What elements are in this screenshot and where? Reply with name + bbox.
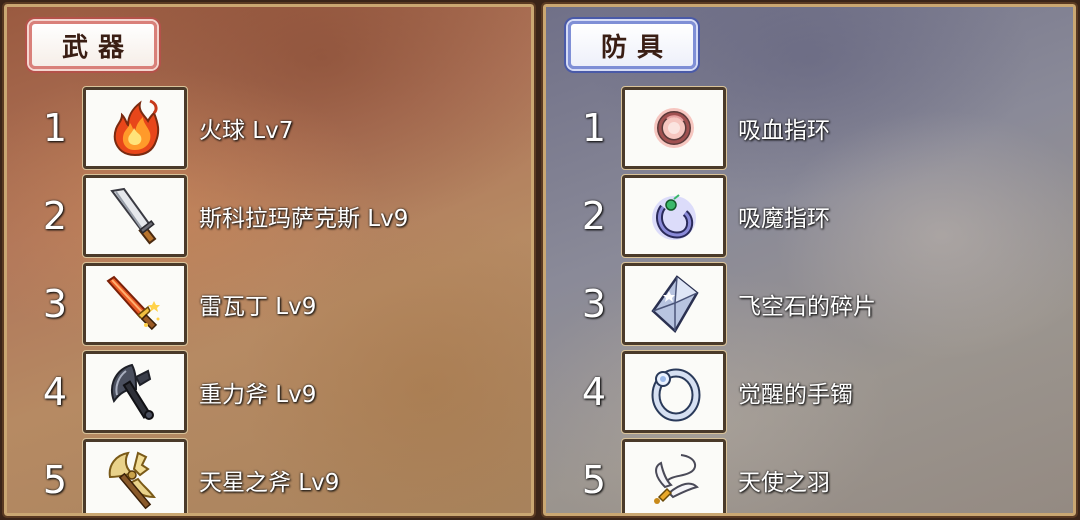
rank-number: 2 — [581, 194, 607, 238]
weapons-panel: 武器 1 火球 Lv7 2 斯科拉玛萨克斯 Lv9 3 雷瓦丁 Lv9 4 重力… — [2, 2, 536, 518]
item-name: 重力斧 Lv9 — [199, 382, 317, 408]
mana-ring-icon — [652, 194, 696, 240]
golden-axe-icon — [108, 451, 157, 510]
rank-number: 5 — [581, 458, 607, 502]
cleaver-sword-icon — [110, 187, 157, 245]
item-name: 斯科拉玛萨克斯 Lv9 — [199, 206, 409, 232]
item-name: 飞空石的碎片 — [738, 294, 876, 320]
rank-number: 4 — [42, 370, 68, 414]
weapon-row-3[interactable]: 3 雷瓦丁 Lv9 — [7, 262, 531, 346]
item-name: 吸血指环 — [738, 118, 830, 144]
armor-row-3[interactable]: 3 飞空石的碎片 — [546, 262, 1073, 346]
item-slot[interactable] — [621, 350, 727, 434]
item-slot[interactable] — [621, 438, 727, 513]
item-name: 火球 Lv7 — [199, 118, 294, 144]
flame-sword-icon — [106, 275, 160, 331]
weapon-row-1[interactable]: 1 火球 Lv7 — [7, 86, 531, 170]
gravity-axe-icon — [111, 363, 154, 420]
item-slot[interactable] — [82, 438, 188, 513]
item-slot[interactable] — [82, 86, 188, 170]
item-slot[interactable] — [621, 262, 727, 346]
rank-number: 4 — [581, 370, 607, 414]
equipment-ranking-screen: 武器 1 火球 Lv7 2 斯科拉玛萨克斯 Lv9 3 雷瓦丁 Lv9 4 重力… — [0, 0, 1080, 520]
rank-number: 3 — [581, 282, 607, 326]
rank-number: 2 — [42, 194, 68, 238]
item-slot[interactable] — [82, 174, 188, 258]
item-slot[interactable] — [82, 350, 188, 434]
rank-number: 1 — [42, 106, 68, 150]
armor-row-5[interactable]: 5 天使之羽 — [546, 438, 1073, 513]
armor-row-1[interactable]: 1 吸血指环 — [546, 86, 1073, 170]
fireball-icon — [113, 99, 160, 157]
rank-number: 1 — [581, 106, 607, 150]
item-slot[interactable] — [82, 262, 188, 346]
crystal-shard-icon — [651, 275, 699, 333]
angel-feather-icon — [654, 454, 699, 504]
rank-number: 3 — [42, 282, 68, 326]
rank-number: 5 — [42, 458, 68, 502]
armor-panel: 防具 1 吸血指环 2 吸魔指环 3 飞空石的碎片 4 觉醒的手镯 5 天使之羽 — [541, 2, 1078, 518]
armor-header: 防具 — [568, 21, 696, 69]
item-slot[interactable] — [621, 86, 727, 170]
weapon-row-4[interactable]: 4 重力斧 Lv9 — [7, 350, 531, 434]
armor-row-4[interactable]: 4 觉醒的手镯 — [546, 350, 1073, 434]
weapons-header: 武器 — [29, 21, 157, 69]
blood-ring-icon — [654, 108, 694, 148]
silver-bracelet-icon — [651, 368, 701, 422]
item-name: 觉醒的手镯 — [738, 382, 853, 408]
item-name: 吸魔指环 — [738, 206, 830, 232]
item-name: 天使之羽 — [738, 470, 830, 496]
item-slot[interactable] — [621, 174, 727, 258]
item-name: 雷瓦丁 Lv9 — [199, 294, 317, 320]
item-name: 天星之斧 Lv9 — [199, 470, 340, 496]
armor-row-2[interactable]: 2 吸魔指环 — [546, 174, 1073, 258]
weapon-row-2[interactable]: 2 斯科拉玛萨克斯 Lv9 — [7, 174, 531, 258]
weapon-row-5[interactable]: 5 天星之斧 Lv9 — [7, 438, 531, 513]
